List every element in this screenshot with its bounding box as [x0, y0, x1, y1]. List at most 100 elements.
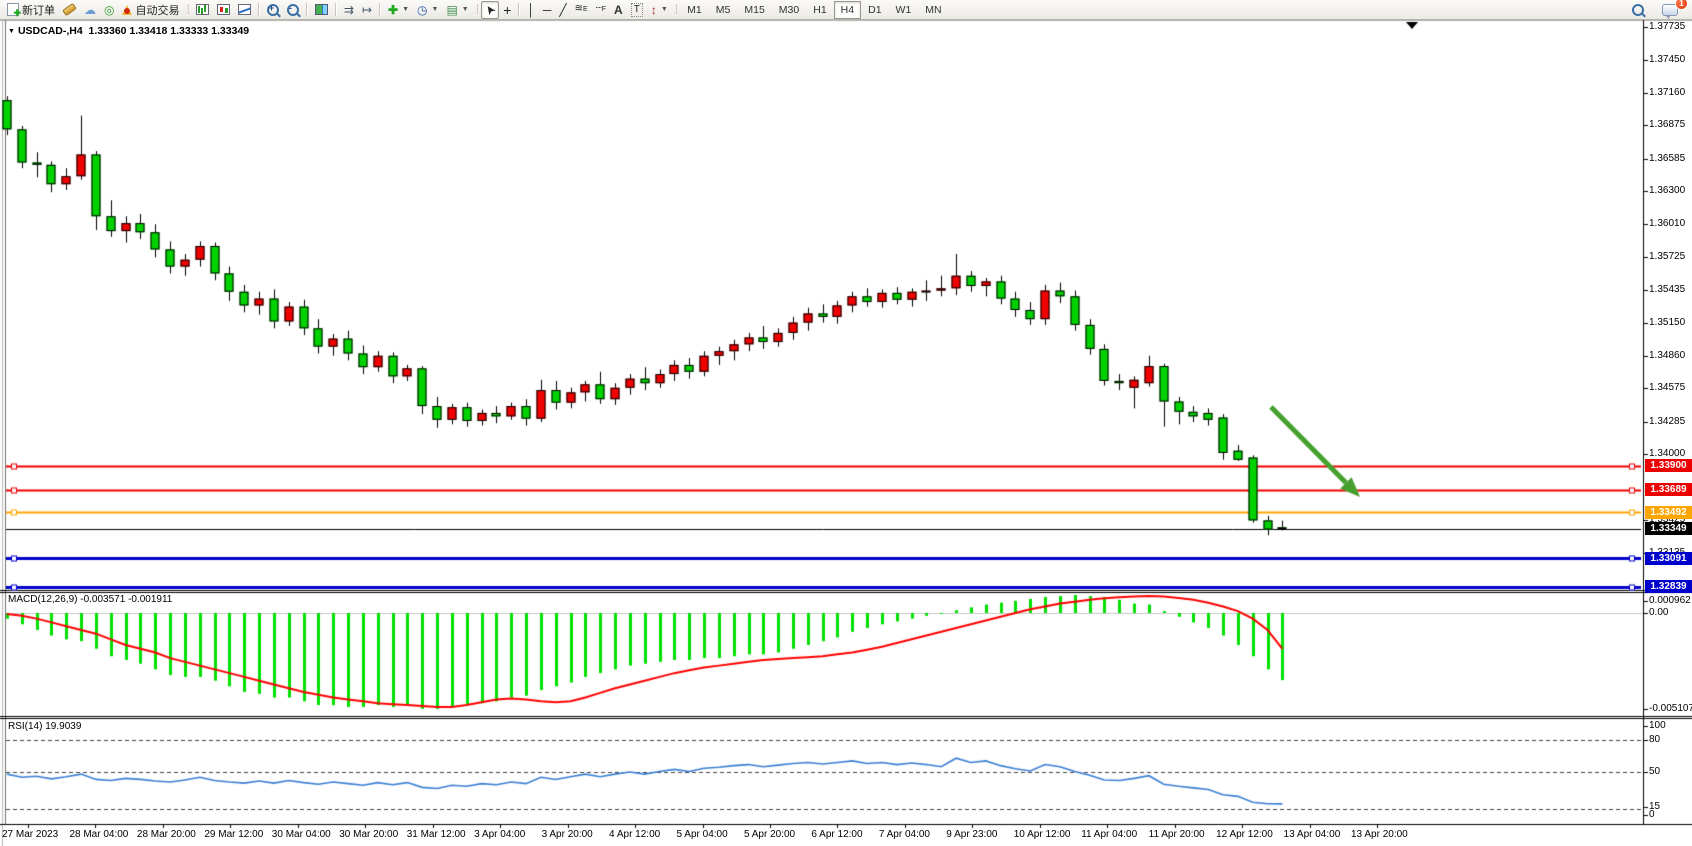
new-order-button[interactable]: ✚ 新订单 — [3, 1, 59, 19]
time-tick-label: 13 Apr 20:00 — [1351, 829, 1408, 840]
price-tick-label: 1.35435 — [1649, 284, 1685, 295]
separator — [306, 3, 308, 16]
autotrading-button[interactable]: 自动交易 — [118, 1, 183, 19]
timeframe-m15[interactable]: M15 — [737, 1, 771, 19]
fibo-fan-tool-button[interactable]: ┈F — [592, 1, 610, 19]
chart-canvas[interactable] — [0, 0, 1692, 846]
zoom-in-icon: + — [267, 4, 279, 16]
price-tick-label: 1.37450 — [1649, 54, 1685, 65]
time-tick-label: 11 Apr 04:00 — [1081, 829, 1137, 840]
separator — [518, 3, 520, 16]
chart-shift-button[interactable]: ↦ — [358, 1, 376, 19]
label-tool-button[interactable]: T — [627, 1, 647, 19]
macd-axis-label: -0.005107 — [1649, 703, 1692, 714]
auto-scroll-icon: ⇉ — [344, 4, 354, 16]
time-tick-label: 4 Apr 12:00 — [609, 829, 660, 840]
rsi-axis-label: 100 — [1649, 720, 1666, 731]
time-tick-label: 5 Apr 20:00 — [744, 829, 795, 840]
text-tool-button[interactable]: A — [610, 1, 627, 19]
level-price-label: 1.33689 — [1645, 483, 1692, 496]
indicators-button[interactable]: ✚▼ — [384, 1, 413, 19]
search-button[interactable] — [1628, 1, 1648, 19]
new-order-label: 新订单 — [22, 2, 55, 18]
autotrading-label: 自动交易 — [135, 2, 179, 18]
candle-chart-mode-button[interactable] — [213, 1, 234, 19]
rsi-axis-label: 50 — [1649, 766, 1660, 777]
time-tick-label: 11 Apr 20:00 — [1149, 829, 1205, 840]
fibonacci-tool-button[interactable]: ≋E — [571, 1, 592, 19]
zoom-in-button[interactable]: + — [263, 1, 283, 19]
horizontal-line-tool-button[interactable]: ─ — [539, 1, 556, 19]
chart-title[interactable]: ▼USDCAD-,H4 1.33360 1.33418 1.33333 1.33… — [8, 25, 249, 37]
time-tick-label: 12 Apr 12:00 — [1216, 829, 1273, 840]
clock-icon: ◷ — [417, 4, 427, 16]
trendline-tool-button[interactable]: ╱ — [555, 1, 570, 19]
zoom-out-icon: - — [287, 4, 299, 16]
line-chart-mode-button[interactable] — [234, 1, 255, 19]
timeframe-mn[interactable]: MN — [918, 1, 948, 19]
text-label-icon: T — [631, 3, 643, 17]
vertical-line-tool-button[interactable]: │ — [523, 1, 539, 19]
market-watch-button[interactable]: ☁ — [80, 1, 100, 19]
price-tick-label: 1.36010 — [1649, 218, 1685, 229]
toolbar-grip: ┆ — [674, 4, 678, 15]
line-chart-icon — [238, 4, 251, 15]
time-tick-label: 30 Mar 20:00 — [339, 829, 398, 840]
search-icon — [1632, 4, 1644, 16]
price-tick-label: 1.35150 — [1649, 317, 1685, 328]
level-price-label: 1.33900 — [1645, 459, 1692, 472]
level-price-label: 1.33492 — [1645, 506, 1692, 519]
crosshair-tool-button[interactable]: + — [499, 1, 515, 19]
cursor-icon: ➤ — [482, 2, 498, 17]
chart-ohlc-values: 1.33360 1.33418 1.33333 1.33349 — [89, 25, 250, 37]
chart-dropdown-icon[interactable]: ▼ — [8, 28, 15, 35]
bar-chart-mode-button[interactable] — [192, 1, 213, 19]
arrows-tool-button[interactable]: ↕▼ — [647, 1, 672, 19]
rsi-axis-label: 80 — [1649, 734, 1660, 745]
notifications-button[interactable]: 1 — [1658, 1, 1682, 19]
timeframe-group: M1M5M15M30H1H4D1W1MN — [680, 1, 948, 19]
time-tick-label: 30 Mar 04:00 — [272, 829, 331, 840]
timeframe-m1[interactable]: M1 — [680, 1, 709, 19]
timeframe-m5[interactable]: M5 — [709, 1, 738, 19]
macd-indicator-label: MACD(12,26,9) -0.003571 -0.001911 — [8, 594, 172, 605]
time-tick-label: 3 Apr 04:00 — [474, 829, 525, 840]
timeframe-d1[interactable]: D1 — [861, 1, 888, 19]
time-tick-label: 10 Apr 12:00 — [1014, 829, 1071, 840]
tile-windows-button[interactable] — [311, 1, 332, 19]
toolbar: ✚ 新订单 ☁ ◎ 自动交易 ┆ + - ⇉ ↦ ✚▼ ◷▼ ▤▼ ┆ ➤ + … — [0, 0, 1692, 20]
level-price-label: 1.32839 — [1645, 580, 1692, 593]
periods-button[interactable]: ◷▼ — [413, 1, 442, 19]
price-tick-label: 1.34285 — [1649, 416, 1685, 427]
crosshair-icon: + — [503, 4, 511, 16]
notification-badge: 1 — [1675, 0, 1688, 10]
zoom-out-button[interactable]: - — [283, 1, 303, 19]
signals-button[interactable]: ◎ — [100, 1, 118, 19]
signal-icon: ◎ — [104, 4, 114, 16]
cursor-tool-button[interactable]: ➤ — [481, 1, 499, 19]
styler-button[interactable] — [59, 1, 80, 19]
chevron-down-icon: ▼ — [462, 6, 469, 13]
toolbar-grip: ┆ — [475, 4, 479, 15]
time-tick-label: 31 Mar 12:00 — [407, 829, 466, 840]
bar-chart-icon — [196, 4, 209, 15]
timeframe-w1[interactable]: W1 — [889, 1, 919, 19]
toolbar-grip: ┆ — [185, 4, 189, 15]
timeframe-h4[interactable]: H4 — [834, 1, 861, 19]
templates-button[interactable]: ▤▼ — [442, 1, 472, 19]
crayon-icon — [62, 3, 77, 16]
price-tick-label: 1.37735 — [1649, 21, 1685, 32]
rsi-axis-label: 0 — [1649, 809, 1655, 820]
time-tick-label: 27 Mar 2023 — [2, 829, 58, 840]
text-icon: A — [614, 4, 623, 16]
auto-scroll-button[interactable]: ⇉ — [340, 1, 358, 19]
fibonacci-icon: ≋E — [575, 3, 588, 16]
tile-windows-icon — [315, 4, 328, 15]
price-tick-label: 1.36585 — [1649, 153, 1685, 164]
new-order-icon: ✚ — [7, 3, 19, 16]
level-price-label: 1.33091 — [1645, 552, 1692, 565]
template-chart-icon: ▤ — [446, 4, 457, 16]
timeframe-h1[interactable]: H1 — [806, 1, 833, 19]
timeframe-m30[interactable]: M30 — [772, 1, 806, 19]
time-tick-label: 29 Mar 12:00 — [204, 829, 263, 840]
